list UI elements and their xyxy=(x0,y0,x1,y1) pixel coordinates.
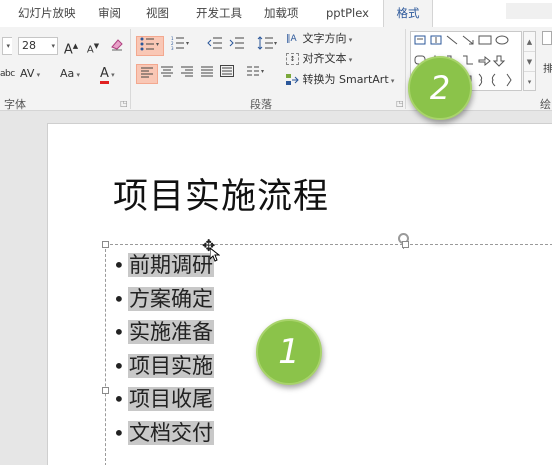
more-shapes-icon[interactable]: ▾ xyxy=(524,72,535,92)
tab-format[interactable]: 格式 xyxy=(383,0,433,27)
list-item[interactable]: 方案确定 xyxy=(113,283,214,317)
grow-font-button[interactable]: A▲ xyxy=(60,36,82,57)
scroll-up-icon[interactable]: ▲ xyxy=(524,32,535,52)
distributed-icon[interactable] xyxy=(216,64,238,84)
bullet-list: 前期调研 方案确定 实施准备 项目实施 项目收尾 文档交付 xyxy=(113,249,214,450)
font-dialog-launcher-icon[interactable]: ◳ xyxy=(120,99,128,108)
font-size-value: 28 xyxy=(22,39,36,52)
resize-handle-middle-left[interactable] xyxy=(102,387,109,394)
tab-slideshow[interactable]: 幻灯片放映 xyxy=(18,0,76,27)
numbering-button[interactable]: 1 2 3 ▾ xyxy=(168,36,194,56)
content-textbox[interactable]: 前期调研 方案确定 实施准备 项目实施 项目收尾 文档交付 xyxy=(102,241,552,465)
slide-canvas[interactable]: 项目实施流程 前期调研 方案确定 实施准备 项目实施 项目收尾 文档交付 ✥ xyxy=(47,123,552,465)
convert-smartart-button[interactable]: 转换为 SmartArt ▾ xyxy=(286,71,394,90)
smartart-icon xyxy=(286,74,299,85)
text-direction-button[interactable]: ‖A 文字方向 ▾ xyxy=(286,30,352,49)
char-spacing-button[interactable]: AV ▾ xyxy=(20,65,40,84)
increase-indent-icon[interactable] xyxy=(226,36,248,56)
mouse-pointer-icon xyxy=(210,248,220,262)
tab-strip-background xyxy=(506,3,552,19)
tab-view[interactable]: 视图 xyxy=(146,0,169,27)
font-group-label: 字体 xyxy=(4,98,26,111)
change-case-button[interactable]: Aa ▾ xyxy=(60,65,80,84)
strikethrough-button[interactable]: abc xyxy=(0,65,15,83)
tab-pptplex[interactable]: pptPlex xyxy=(326,0,369,27)
slide-editing-area: 项目实施流程 前期调研 方案确定 实施准备 项目实施 项目收尾 文档交付 ✥ xyxy=(0,112,552,465)
svg-text:3: 3 xyxy=(171,46,174,50)
list-item[interactable]: 实施准备 xyxy=(113,316,214,350)
paragraph-group-label: 段落 xyxy=(250,98,272,111)
callout-badge-1: 1 xyxy=(256,319,322,385)
list-item[interactable]: 项目实施 xyxy=(113,350,214,384)
list-item[interactable]: 前期调研 xyxy=(113,249,214,283)
decrease-indent-icon[interactable] xyxy=(204,36,226,56)
svg-text:▾: ▾ xyxy=(186,40,189,47)
ribbon-tabs: 幻灯片放映 审阅 视图 开发工具 加载项 pptPlex 格式 xyxy=(0,0,552,27)
font-name-combo[interactable]: ▾ xyxy=(2,37,12,55)
tab-addins[interactable]: 加载项 xyxy=(264,0,299,27)
columns-icon: ▾ xyxy=(247,66,264,76)
arrange-label[interactable]: 排 xyxy=(543,61,552,79)
line-spacing-icon: ▾ xyxy=(257,36,277,50)
group-separator xyxy=(405,29,406,109)
tab-developer[interactable]: 开发工具 xyxy=(196,0,242,27)
align-center-icon[interactable] xyxy=(156,64,178,84)
align-right-icon[interactable] xyxy=(176,64,198,84)
align-left-icon xyxy=(141,67,153,78)
resize-handle-top-center[interactable] xyxy=(402,241,409,248)
slide-title[interactable]: 项目实施流程 xyxy=(113,168,329,219)
clear-formatting-icon[interactable] xyxy=(106,36,128,56)
svg-text:▾: ▾ xyxy=(261,68,264,75)
paragraph-dialog-launcher-icon[interactable]: ◳ xyxy=(396,99,404,108)
line-spacing-button[interactable]: ▾ xyxy=(254,36,282,56)
font-size-combo[interactable]: 28 ▾ xyxy=(18,37,58,55)
svg-text:▾: ▾ xyxy=(274,40,277,47)
align-left-button[interactable] xyxy=(136,64,158,84)
justify-icon[interactable] xyxy=(196,64,218,84)
callout-badge-2: 2 xyxy=(408,56,472,120)
group-separator xyxy=(130,29,131,109)
align-text-button[interactable]: ↕ 对齐文本 ▾ xyxy=(286,50,352,69)
tab-review[interactable]: 审阅 xyxy=(98,0,121,27)
shrink-font-button[interactable]: A▼ xyxy=(82,36,104,56)
list-item[interactable]: 文档交付 xyxy=(113,417,214,451)
numbering-icon: 123▾ xyxy=(171,36,189,51)
list-item[interactable]: 项目收尾 xyxy=(113,383,214,417)
bullets-icon: ▾ xyxy=(140,37,159,51)
bullets-button[interactable]: ▾ xyxy=(136,36,164,56)
resize-handle-top-left[interactable] xyxy=(102,241,109,248)
drawing-group-label: 绘 xyxy=(540,98,551,111)
font-color-button[interactable]: A ▾ xyxy=(100,65,115,84)
arrange-button[interactable] xyxy=(542,31,552,45)
columns-button[interactable]: ▾ xyxy=(244,64,270,84)
svg-text:▾: ▾ xyxy=(156,41,159,48)
font-size-dropdown-icon: ▾ xyxy=(51,42,55,50)
shapes-scroll-control[interactable]: ▲ ▼ ▾ xyxy=(523,31,536,91)
align-text-icon: ↕ xyxy=(286,53,299,65)
scroll-down-icon[interactable]: ▼ xyxy=(524,52,535,72)
text-direction-icon: ‖A xyxy=(286,34,297,44)
